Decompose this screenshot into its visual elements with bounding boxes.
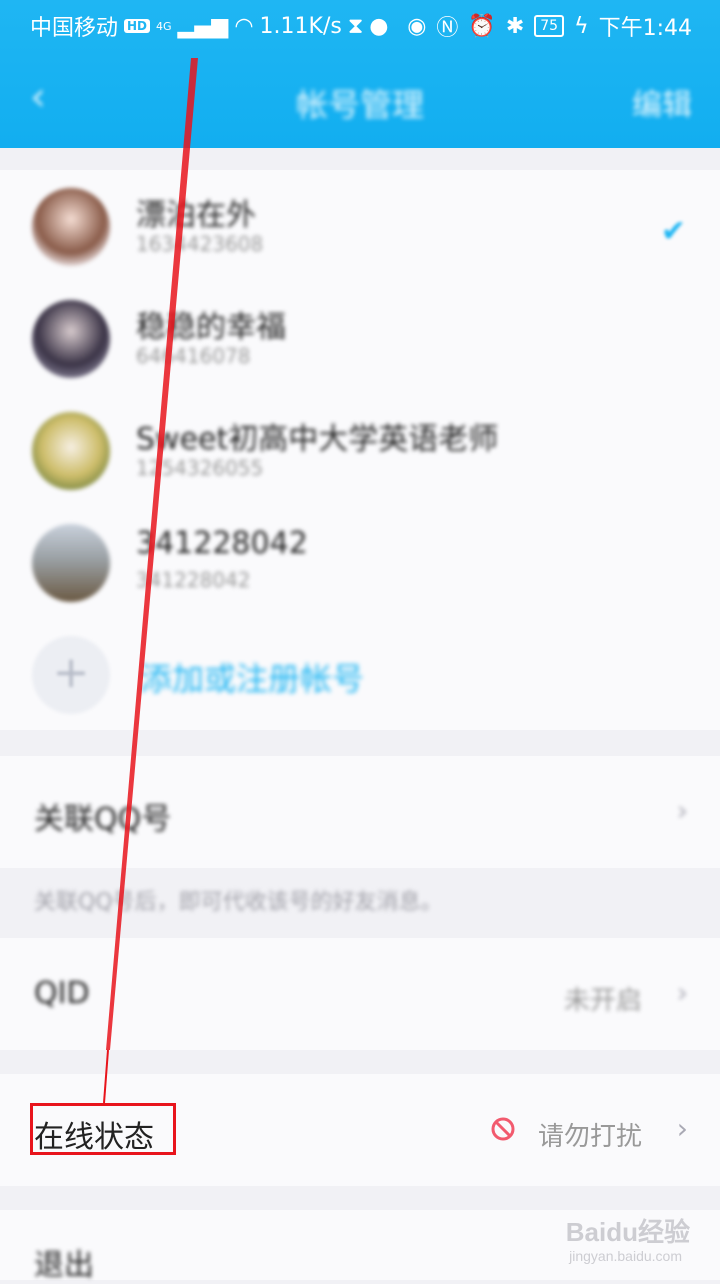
chevron-right-icon: › bbox=[676, 794, 688, 827]
qid-value: 未开启 bbox=[563, 986, 642, 1016]
account-id: 1634423608 bbox=[136, 232, 264, 256]
signal-icon: ▂▄▆ bbox=[177, 13, 229, 39]
qid-label: QID bbox=[34, 976, 90, 1011]
clock-time: 下午1:44 bbox=[598, 16, 692, 41]
hourglass-icon: ⧗ bbox=[347, 13, 364, 39]
wifi-icon: ◠ bbox=[234, 13, 254, 39]
account-name: 稳稳的幸福 bbox=[136, 310, 286, 345]
logout-label: 退出 bbox=[34, 1248, 94, 1283]
online-status-value: 请勿打扰 bbox=[537, 1122, 642, 1152]
do-not-disturb-icon bbox=[491, 1117, 515, 1141]
message-icon: ● bbox=[369, 13, 389, 39]
bluetooth-icon: ✱ bbox=[505, 13, 525, 39]
qid-row[interactable]: QID 未开启 › bbox=[0, 938, 720, 1050]
account-name: 341228042 bbox=[136, 526, 308, 561]
account-id: 341228042 bbox=[136, 568, 251, 592]
chevron-right-icon: › bbox=[676, 976, 688, 1009]
plus-icon: + bbox=[32, 636, 110, 714]
alarm-icon: ⏰ bbox=[468, 13, 496, 39]
nav-bar: ‹ 帐号管理 编辑 bbox=[0, 60, 720, 140]
network-type-label: 4G bbox=[156, 19, 172, 33]
watermark-logo: Baidu经验 bbox=[565, 1217, 690, 1247]
top-header: 中国移动 HD 4G ▂▄▆ ◠ 1.11K/s ⧗ ● ◉ Ⓝ ⏰ ✱ 75 … bbox=[0, 0, 720, 148]
carrier-label: 中国移动 bbox=[30, 16, 119, 41]
checkmark-icon: ✔ bbox=[660, 214, 686, 249]
account-name: 漂泊在外 bbox=[136, 198, 256, 233]
battery-icon: 75 bbox=[534, 15, 565, 37]
add-account-button[interactable]: + 添加或注册帐号 bbox=[0, 618, 720, 730]
account-item[interactable]: 341228042 341228042 bbox=[0, 506, 720, 618]
account-id: 1254326055 bbox=[136, 456, 264, 480]
account-name: Sweet初高中大学英语老师 bbox=[136, 422, 499, 457]
chevron-right-icon: › bbox=[676, 1112, 688, 1145]
hd-icon: HD bbox=[124, 19, 151, 33]
eye-icon: ◉ bbox=[407, 13, 427, 39]
annotation-highlight-box bbox=[30, 1103, 176, 1155]
account-list: 漂泊在外 1634423608 ✔ 稳稳的幸福 646416078 Sweet初… bbox=[0, 170, 720, 730]
account-item[interactable]: 稳稳的幸福 646416078 bbox=[0, 282, 720, 394]
account-id: 646416078 bbox=[136, 344, 251, 368]
nfc-icon: Ⓝ bbox=[436, 16, 459, 41]
account-item[interactable]: 漂泊在外 1634423608 ✔ bbox=[0, 170, 720, 282]
link-qq-row[interactable]: 关联QQ号 › bbox=[0, 756, 720, 868]
account-item[interactable]: Sweet初高中大学英语老师 1254326055 bbox=[0, 394, 720, 506]
page-title: 帐号管理 bbox=[295, 86, 424, 124]
status-bar: 中国移动 HD 4G ▂▄▆ ◠ 1.11K/s ⧗ ● ◉ Ⓝ ⏰ ✱ 75 … bbox=[0, 0, 720, 50]
avatar bbox=[32, 300, 110, 378]
edit-button[interactable]: 编辑 bbox=[632, 80, 692, 124]
network-speed: 1.11K/s bbox=[259, 13, 342, 39]
charging-icon: ϟ bbox=[574, 13, 589, 39]
avatar bbox=[32, 188, 110, 266]
avatar bbox=[32, 524, 110, 602]
avatar bbox=[32, 412, 110, 490]
add-account-label: 添加或注册帐号 bbox=[140, 660, 365, 698]
watermark-url: jingyan.baidu.com bbox=[569, 1248, 682, 1264]
link-qq-label: 关联QQ号 bbox=[34, 802, 172, 837]
link-qq-hint: 关联QQ号后，即可代收该号的好友消息。 bbox=[34, 890, 443, 915]
